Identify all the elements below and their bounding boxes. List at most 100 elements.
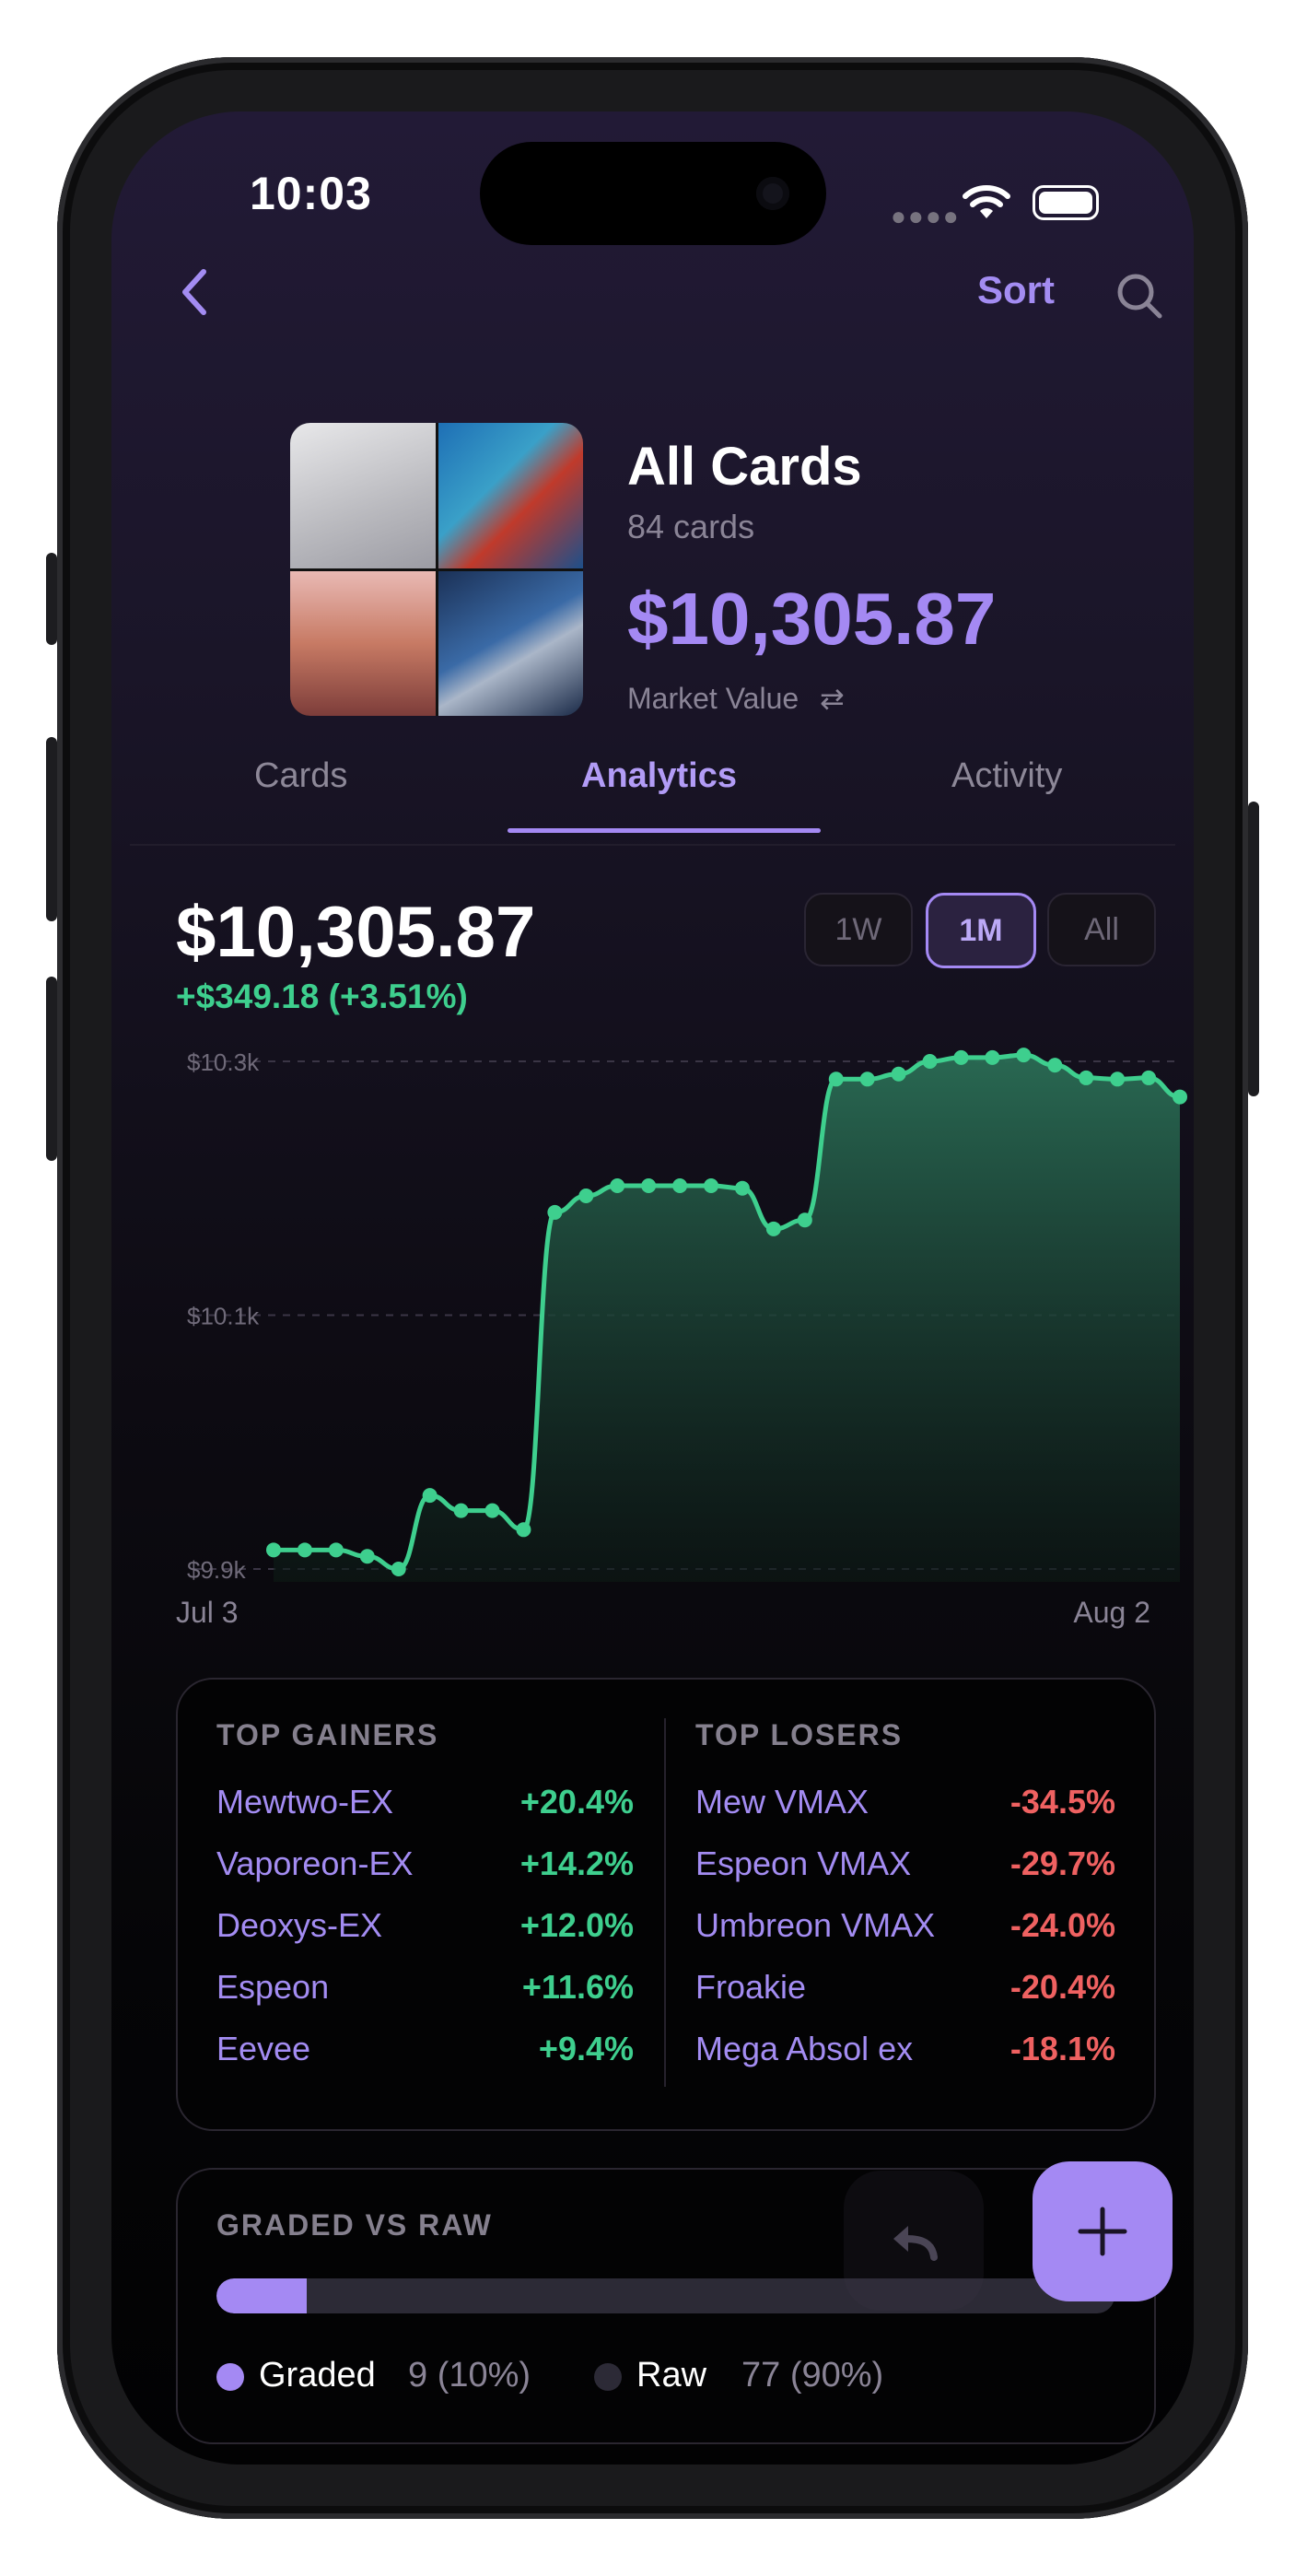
side-button-volume-up <box>46 737 57 921</box>
range-all-button[interactable]: All <box>1047 893 1156 966</box>
chart-data-point <box>578 1188 594 1204</box>
gainer-change: +12.0% <box>519 1906 634 1944</box>
movers-divider <box>664 1718 666 2087</box>
chart-data-point <box>953 1049 969 1065</box>
loser-name[interactable]: Mega Absol ex <box>695 2030 913 2068</box>
y-tick-label: $9.9k <box>187 1556 247 1584</box>
plus-icon <box>1078 2207 1127 2256</box>
add-button[interactable] <box>1033 2161 1173 2301</box>
chart-data-point <box>484 1503 500 1518</box>
sort-button[interactable]: Sort <box>977 268 1055 312</box>
chart-area-fill <box>274 1055 1180 1582</box>
chart-data-point <box>610 1177 625 1193</box>
chart-data-point <box>547 1204 563 1220</box>
chart-data-point <box>266 1542 281 1558</box>
chart-data-point <box>1016 1048 1032 1063</box>
camera-lens <box>756 177 789 210</box>
graded-legend-dot <box>216 2363 244 2391</box>
gainer-change: +14.2% <box>519 1844 634 1882</box>
side-button-power <box>1248 802 1259 1096</box>
status-time: 10:03 <box>250 168 372 219</box>
card-thumb-1 <box>290 423 436 568</box>
gainer-name[interactable]: Vaporeon-EX <box>216 1844 413 1883</box>
value-chart: $10.3k $10.1k $9.9k Jul 3 Aug 2 <box>176 1048 1187 1629</box>
loser-name[interactable]: Umbreon VMAX <box>695 1906 935 1945</box>
tab-bar: Cards Analytics Activity <box>111 756 1194 839</box>
undo-button[interactable] <box>844 2171 984 2311</box>
gainer-name[interactable]: Mewtwo-EX <box>216 1783 393 1821</box>
chart-data-point <box>672 1177 688 1193</box>
chart-data-point <box>859 1071 875 1087</box>
gainer-name[interactable]: Deoxys-EX <box>216 1906 382 1945</box>
movers-panel: TOP GAINERS TOP LOSERS Mewtwo-EX +20.4% Va… <box>176 1678 1156 2131</box>
raw-legend-value: 77 (90%) <box>741 2356 884 2395</box>
graded-ratio-fill <box>216 2278 307 2313</box>
loser-change: -24.0% <box>1009 1906 1115 1944</box>
losers-heading: TOP LOSERS <box>695 1718 904 1751</box>
chart-data-point <box>359 1549 375 1564</box>
chart-data-point <box>704 1177 719 1193</box>
tab-divider <box>130 844 1175 846</box>
range-1w-button[interactable]: 1W <box>804 893 913 966</box>
gainer-change: +9.4% <box>538 2030 634 2067</box>
chart-data-point <box>891 1066 906 1082</box>
gainer-name[interactable]: Espeon <box>216 1968 329 2007</box>
loser-name[interactable]: Espeon VMAX <box>695 1844 911 1883</box>
gainer-change: +11.6% <box>521 1968 634 2006</box>
card-thumb-2 <box>438 423 583 568</box>
graded-legend-label: Graded <box>259 2356 376 2395</box>
collection-thumbnail <box>290 423 583 716</box>
raw-legend-dot <box>594 2363 622 2391</box>
portfolio-value: $10,305.87 <box>176 891 536 972</box>
chart-data-point <box>734 1180 750 1196</box>
card-thumb-3 <box>290 570 436 716</box>
card-thumb-4 <box>438 570 583 716</box>
portfolio-change: +$349.18 (+3.51%) <box>176 978 468 1015</box>
search-icon[interactable] <box>1114 270 1165 322</box>
tab-cards[interactable]: Cards <box>254 756 347 796</box>
graded-vs-raw-panel: GRADED VS RAW Graded 9 (10%) Raw 77 (90%… <box>176 2168 1156 2444</box>
signal-icon: ●●●● <box>891 202 961 230</box>
graded-legend-value: 9 (10%) <box>408 2356 531 2395</box>
y-tick-label: $10.3k <box>187 1048 260 1076</box>
loser-change: -20.4% <box>1009 1968 1115 2006</box>
loser-change: -18.1% <box>1009 2030 1115 2067</box>
wifi-icon <box>963 185 1010 218</box>
chart-data-point <box>985 1049 1000 1065</box>
y-tick-label: $10.1k <box>187 1303 260 1330</box>
chart-data-point <box>1141 1070 1157 1085</box>
dynamic-island <box>480 142 826 245</box>
gainer-name[interactable]: Eevee <box>216 2030 310 2068</box>
chart-data-point <box>922 1054 938 1069</box>
tab-activity[interactable]: Activity <box>951 756 1062 796</box>
x-axis-label: Aug 2 <box>1073 1596 1150 1629</box>
app-screen: 10:03 ●●●● Sort All Cards 84 cards $10,3… <box>111 111 1194 2465</box>
chart-data-point <box>641 1177 657 1193</box>
chart-data-point <box>453 1503 469 1518</box>
battery-icon <box>1033 185 1099 220</box>
loser-change: -34.5% <box>1009 1783 1115 1821</box>
collection-value: $10,305.87 <box>627 578 997 660</box>
chart-data-point <box>422 1488 438 1504</box>
chart-data-point <box>516 1522 531 1538</box>
loser-name[interactable]: Mew VMAX <box>695 1783 869 1821</box>
loser-change: -29.7% <box>1009 1844 1115 1882</box>
undo-icon <box>893 2226 938 2261</box>
chart-data-point <box>1047 1058 1063 1073</box>
loser-name[interactable]: Froakie <box>695 1968 806 2007</box>
market-value-label: Market Value <box>627 682 799 715</box>
back-button[interactable] <box>176 266 213 318</box>
collection-count: 84 cards <box>627 508 755 545</box>
chart-data-point <box>1110 1071 1126 1087</box>
side-button-volume-down <box>46 977 57 1161</box>
chart-data-point <box>765 1221 781 1236</box>
chart-data-point <box>391 1562 406 1576</box>
market-value-toggle[interactable]: Market Value ⇄ <box>627 681 845 716</box>
tab-analytics[interactable]: Analytics <box>581 756 737 796</box>
chart-data-point <box>1173 1089 1187 1105</box>
chart-data-point <box>828 1071 844 1087</box>
x-axis-label: Jul 3 <box>176 1596 239 1629</box>
range-1m-button[interactable]: 1M <box>926 893 1036 968</box>
raw-legend-label: Raw <box>636 2356 707 2395</box>
side-button-action <box>46 553 57 645</box>
